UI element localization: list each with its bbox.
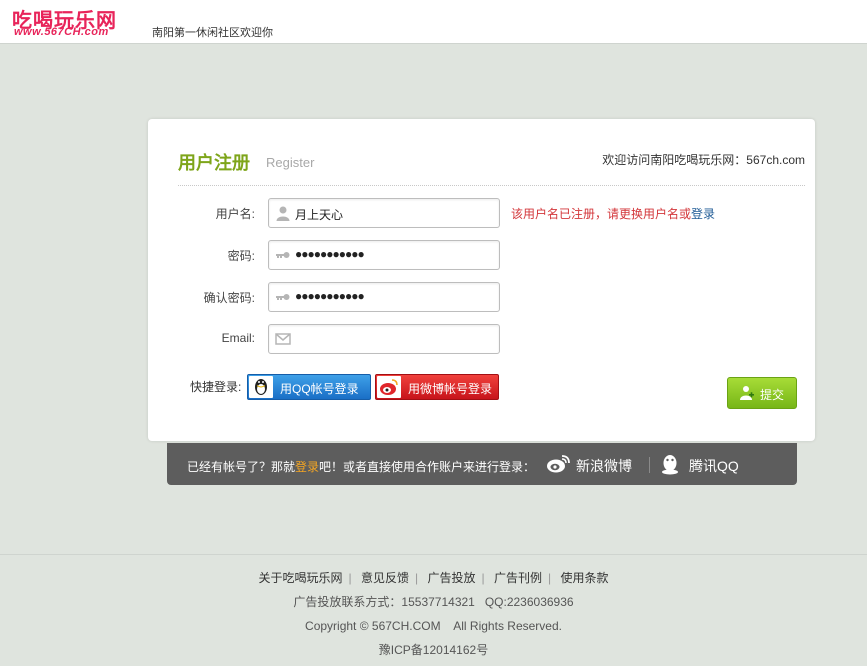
qq-login-label: 用QQ帐号登录: [280, 382, 359, 396]
confirm-password-label: 确认密码:: [203, 291, 255, 305]
separator: |: [415, 571, 419, 585]
weibo-login-button[interactable]: 用微博帐号登录: [375, 374, 499, 400]
separator: |: [481, 571, 485, 585]
top-header: 吃喝玩乐网 www.567CH.com 南阳第一休闲社区欢迎你: [0, 0, 867, 44]
qq-login-button[interactable]: 用QQ帐号登录: [247, 374, 371, 400]
alt-login-link[interactable]: 登录: [295, 460, 319, 474]
quick-login-label: 快捷登录:: [190, 380, 242, 394]
divider: [649, 457, 650, 473]
qq-penguin-icon: [255, 379, 267, 395]
username-label: 用户名:: [215, 207, 255, 221]
site-tagline: 南阳第一休闲社区欢迎你: [152, 26, 273, 39]
weibo-icon[interactable]: [545, 454, 571, 474]
password-value: ●●●●●●●●●●●: [295, 247, 365, 261]
register-card: 用户注册 Register 欢迎访问南阳吃喝玩乐网：567ch.com 用户名:…: [148, 119, 815, 441]
separator: |: [348, 571, 352, 585]
page-title: 用户注册: [178, 153, 250, 173]
footer: 关于吃喝玩乐网 | 意见反馈 | 广告投放 | 广告刊例 | 使用条款 广告投放联系方式…: [0, 570, 867, 666]
user-icon: [276, 206, 290, 221]
key-icon: [276, 252, 290, 258]
alternate-login-bar: 已经有帐号了？那就登录吧！或者直接使用合作账户来进行登录： 新浪微博 腾讯QQ: [167, 443, 797, 485]
alternate-login-text: 已经有帐号了？那就登录吧！或者直接使用合作账户来进行登录：: [187, 458, 535, 475]
email-label: Email:: [221, 331, 255, 345]
footer-link-ads[interactable]: 广告投放: [427, 571, 475, 585]
submit-button[interactable]: 提交: [727, 377, 797, 409]
alt-text-before: 已经有帐号了？那就: [187, 460, 296, 474]
footer-link-feedback[interactable]: 意见反馈: [361, 571, 409, 585]
footer-link-terms[interactable]: 使用条款: [560, 571, 608, 585]
tencent-qq-link[interactable]: 腾讯QQ: [689, 456, 739, 476]
email-input[interactable]: [268, 324, 500, 354]
weibo-icon: [380, 379, 398, 395]
weibo-login-label: 用微博帐号登录: [408, 382, 493, 396]
alt-text-after: 吧！或者直接使用合作账户来进行登录：: [319, 460, 536, 474]
footer-link-about[interactable]: 关于吃喝玩乐网: [259, 571, 343, 585]
separator: |: [547, 571, 552, 585]
weibo-icon-box: [377, 376, 401, 398]
tencent-qq-icon[interactable]: [660, 453, 680, 475]
divider: [178, 185, 805, 186]
footer-divider: [0, 554, 867, 555]
add-user-icon: [740, 386, 754, 400]
footer-copyright: Copyright © 567CH.COM All Rights Reserve…: [305, 619, 562, 633]
username-input[interactable]: 月上天心: [268, 198, 500, 228]
footer-icp[interactable]: 豫ICP备12014162号: [0, 642, 867, 666]
confirm-password-value: ●●●●●●●●●●●: [295, 289, 365, 303]
site-logo[interactable]: 吃喝玩乐网 www.567CH.com: [12, 4, 132, 40]
footer-link-ad-rates[interactable]: 广告刊例: [494, 571, 542, 585]
envelope-icon: [275, 333, 291, 345]
footer-contact: 广告投放联系方式：15537714321 QQ:2236036936: [293, 595, 574, 609]
sina-weibo-link[interactable]: 新浪微博: [576, 456, 632, 476]
page-subtitle: Register: [266, 155, 315, 170]
password-input[interactable]: ●●●●●●●●●●●: [268, 240, 500, 270]
username-error: 该用户名已注册，请更换用户名或登录: [511, 205, 715, 222]
footer-links: 关于吃喝玩乐网 | 意见反馈 | 广告投放 | 广告刊例 | 使用条款: [0, 570, 867, 594]
password-label: 密码:: [227, 249, 255, 263]
confirm-password-input[interactable]: ●●●●●●●●●●●: [268, 282, 500, 312]
username-value: 月上天心: [295, 208, 344, 222]
logo-url: www.567CH.com: [14, 26, 109, 38]
error-login-link[interactable]: 登录: [691, 207, 715, 221]
welcome-text: 欢迎访问南阳吃喝玩乐网：567ch.com: [602, 153, 805, 167]
submit-label: 提交: [760, 388, 785, 402]
qq-icon-box: [249, 376, 273, 398]
error-text: 该用户名已注册，请更换用户名或: [511, 207, 692, 221]
key-icon: [276, 294, 290, 300]
